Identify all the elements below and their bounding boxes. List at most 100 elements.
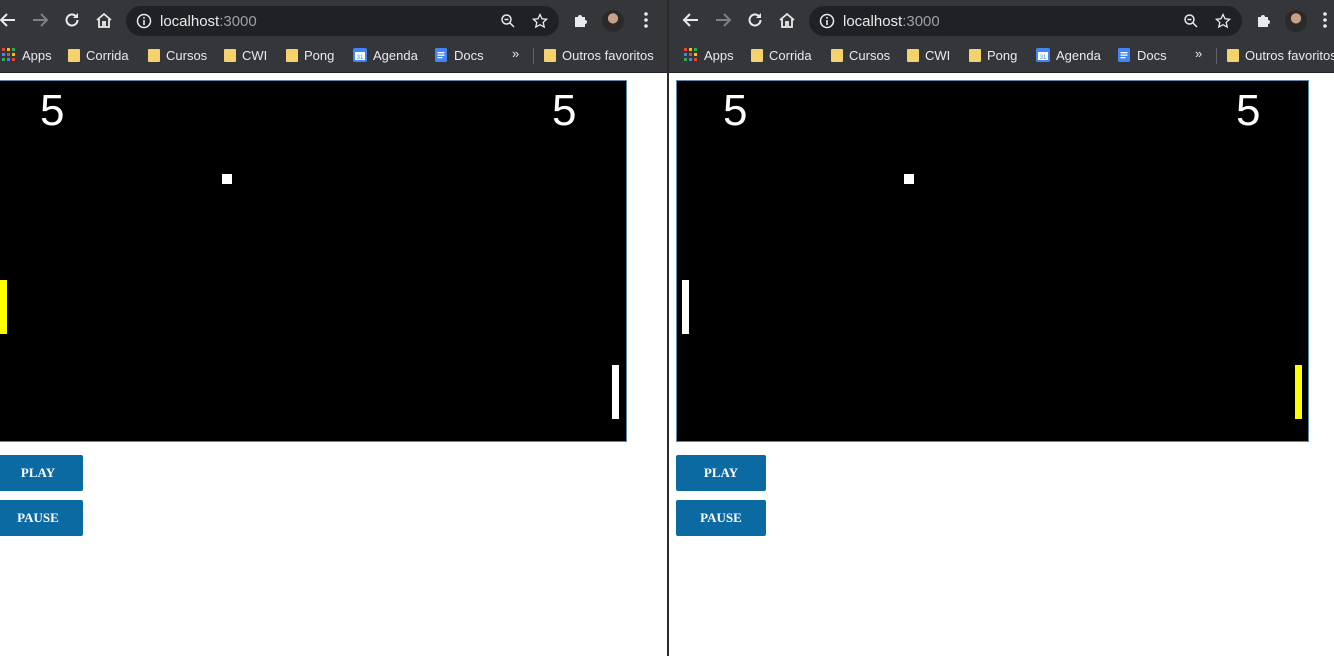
bookmark-label: CWI <box>925 47 951 63</box>
svg-text:31: 31 <box>1040 55 1047 61</box>
bookmark-pong[interactable]: Pong <box>969 45 1017 65</box>
bookmark-docs[interactable]: Docs <box>434 45 484 65</box>
bookmark-cursos[interactable]: Cursos <box>831 45 890 65</box>
calendar-icon: 31 <box>1036 48 1050 62</box>
folder-icon <box>1227 48 1239 62</box>
kebab-menu-icon[interactable] <box>1313 8 1334 32</box>
bookmark-label: Corrida <box>86 47 129 63</box>
pong-canvas[interactable]: 5 5 <box>676 80 1309 442</box>
bookmark-label: Outros favoritos <box>1245 47 1334 63</box>
site-info-icon[interactable] <box>134 11 154 31</box>
reload-icon[interactable] <box>60 8 84 32</box>
bookmarks-overflow-chevron[interactable]: » <box>1195 46 1202 61</box>
back-arrow-icon[interactable] <box>679 8 703 32</box>
extensions-puzzle-icon[interactable] <box>568 8 592 32</box>
docs-icon <box>435 48 447 62</box>
paddle-right <box>612 365 619 419</box>
bookmark-label: Docs <box>454 47 484 63</box>
star-icon[interactable] <box>1213 11 1233 31</box>
bookmark-other-favorites[interactable]: Outros favoritos <box>544 45 654 65</box>
play-button[interactable]: PLAY <box>676 455 766 491</box>
bookmark-label: Agenda <box>373 47 418 63</box>
bookmark-label: CWI <box>242 47 268 63</box>
browser-window-right: localhost:3000 Apps Corrida Cursos CWI P… <box>669 0 1334 656</box>
svg-text:31: 31 <box>357 55 364 61</box>
bookmarks-overflow-chevron[interactable]: » <box>512 46 519 61</box>
bookmark-label: Corrida <box>769 47 812 63</box>
bookmark-docs[interactable]: Docs <box>1117 45 1167 65</box>
profile-avatar[interactable] <box>1285 10 1307 32</box>
ball <box>222 174 232 184</box>
bookmark-label: Cursos <box>166 47 208 63</box>
folder-icon <box>286 48 298 62</box>
home-icon[interactable] <box>92 8 116 32</box>
score-right: 5 <box>1236 86 1261 135</box>
bookmark-label: Apps <box>22 47 52 63</box>
browser-toolbar: localhost:3000 <box>669 0 1334 40</box>
bookmark-cwi[interactable]: CWI <box>907 45 950 65</box>
apps-grid-icon <box>2 48 15 61</box>
url-text[interactable]: localhost:3000 <box>843 13 940 30</box>
docs-icon <box>1118 48 1130 62</box>
bookmark-pong[interactable]: Pong <box>286 45 334 65</box>
profile-avatar[interactable] <box>602 10 624 32</box>
ball <box>904 174 914 184</box>
bookmarks-divider <box>1216 48 1217 64</box>
bookmark-agenda[interactable]: 31 Agenda <box>1036 45 1101 65</box>
zoom-icon[interactable] <box>1181 11 1201 31</box>
pause-button[interactable]: PAUSE <box>676 500 766 536</box>
address-bar[interactable]: localhost:3000 <box>809 6 1242 36</box>
bookmark-corrida[interactable]: Corrida <box>68 45 129 65</box>
forward-arrow-icon[interactable] <box>28 8 52 32</box>
paddle-right <box>1295 365 1302 419</box>
star-icon[interactable] <box>530 11 550 31</box>
folder-icon <box>907 48 919 62</box>
pong-canvas[interactable]: 5 5 <box>0 80 627 442</box>
folder-icon <box>969 48 981 62</box>
folder-icon <box>544 48 556 62</box>
play-button[interactable]: PLAY <box>0 455 83 491</box>
reload-icon[interactable] <box>743 8 767 32</box>
forward-arrow-icon[interactable] <box>711 8 735 32</box>
bookmarks-divider <box>533 48 534 64</box>
bookmarks-bar: Apps Corrida Cursos CWI Pong 31 Agenda D… <box>0 40 667 73</box>
zoom-icon[interactable] <box>498 11 518 31</box>
folder-icon <box>831 48 843 62</box>
paddle-left <box>682 280 689 334</box>
url-text[interactable]: localhost:3000 <box>160 13 257 30</box>
bookmark-label: Pong <box>304 47 335 63</box>
bookmark-label: Apps <box>704 47 734 63</box>
apps-grid-icon <box>684 48 697 61</box>
site-info-icon[interactable] <box>817 11 837 31</box>
address-bar[interactable]: localhost:3000 <box>126 6 559 36</box>
home-icon[interactable] <box>775 8 799 32</box>
bookmark-label: Cursos <box>849 47 891 63</box>
url-host: localhost <box>843 13 903 30</box>
bookmark-label: Pong <box>987 47 1018 63</box>
url-port: :3000 <box>219 13 257 30</box>
url-host: localhost <box>160 13 220 30</box>
bookmark-label: Agenda <box>1056 47 1101 63</box>
kebab-menu-icon[interactable] <box>634 8 658 32</box>
bookmark-agenda[interactable]: 31 Agenda <box>353 45 418 65</box>
browser-toolbar: localhost:3000 <box>0 0 667 40</box>
bookmark-cursos[interactable]: Cursos <box>148 45 207 65</box>
score-right: 5 <box>552 86 577 135</box>
score-left: 5 <box>723 86 748 135</box>
back-arrow-icon[interactable] <box>0 8 20 32</box>
bookmark-apps[interactable]: Apps <box>684 45 734 65</box>
folder-icon <box>68 48 80 62</box>
bookmark-other-favorites[interactable]: Outros favoritos <box>1227 45 1334 65</box>
bookmark-label: Docs <box>1137 47 1167 63</box>
paddle-left <box>0 280 7 334</box>
extensions-puzzle-icon[interactable] <box>1251 8 1275 32</box>
bookmark-corrida[interactable]: Corrida <box>751 45 812 65</box>
bookmark-cwi[interactable]: CWI <box>224 45 267 65</box>
folder-icon <box>224 48 236 62</box>
folder-icon <box>751 48 763 62</box>
bookmark-label: Outros favoritos <box>562 47 654 63</box>
pause-button[interactable]: PAUSE <box>0 500 83 536</box>
bookmark-apps[interactable]: Apps <box>2 45 52 65</box>
browser-window-left: localhost:3000 Apps Corrida Cursos CWI P… <box>0 0 667 656</box>
bookmarks-bar: Apps Corrida Cursos CWI Pong 31 Agenda D… <box>669 40 1334 73</box>
